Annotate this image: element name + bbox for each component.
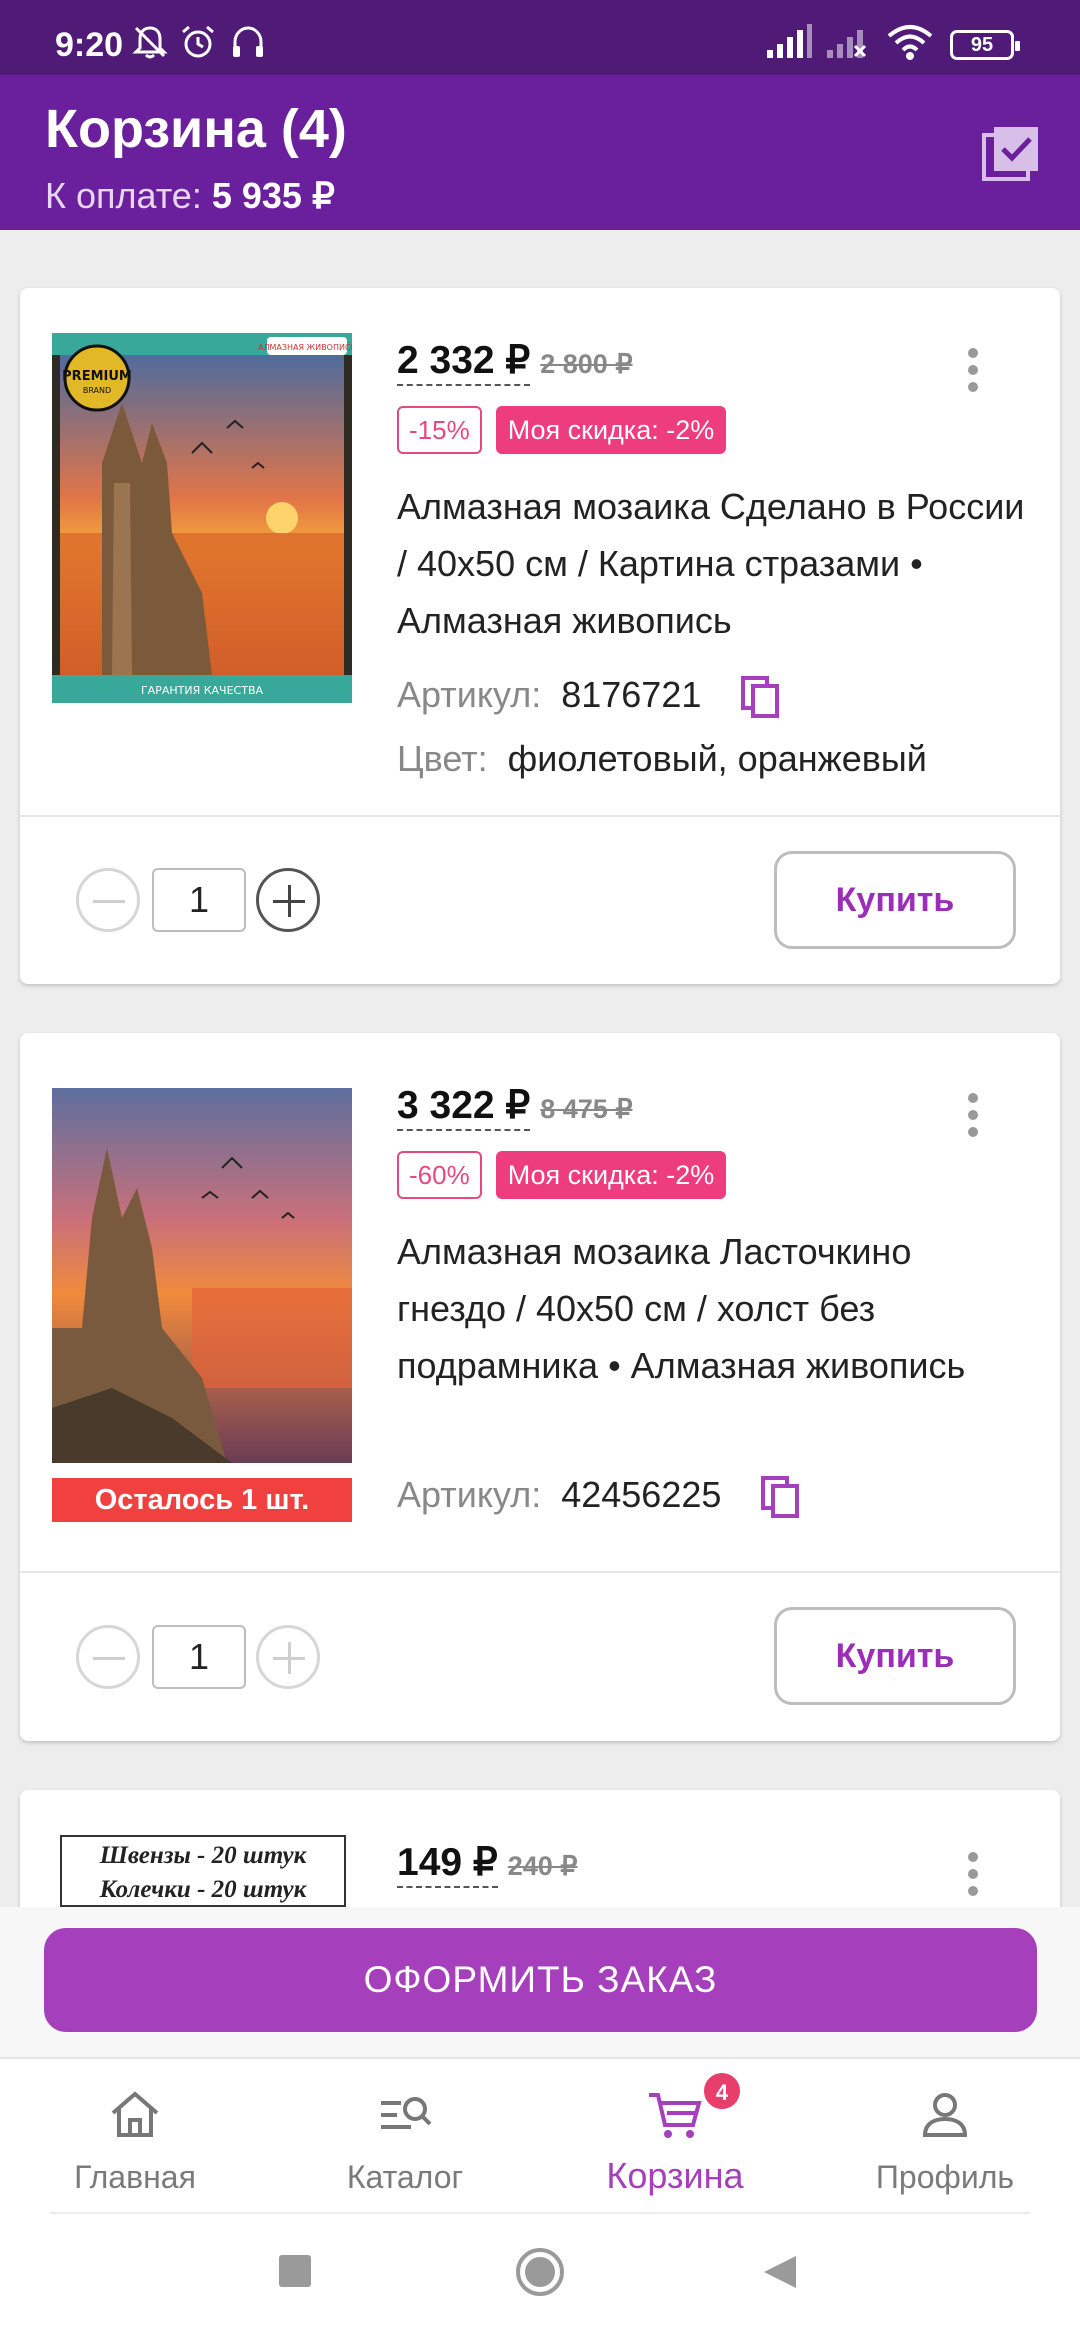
product-name[interactable]: Алмазная мозаика Ласточкино гнездо / 40x… xyxy=(397,1223,1017,1394)
nav-item-catalog[interactable]: Каталог xyxy=(270,2059,540,2214)
quantity-field[interactable]: 1 xyxy=(152,1625,246,1689)
article-label: Артикул: xyxy=(397,1474,542,1515)
quantity-increase-button[interactable] xyxy=(256,868,320,932)
total-label: К оплате: xyxy=(45,175,202,216)
discount-badges: -15% Моя скидка: -2% xyxy=(397,406,727,454)
bell-off-icon xyxy=(132,26,168,59)
system-navigation-bar xyxy=(0,2212,1080,2340)
more-options-icon[interactable] xyxy=(966,348,980,396)
article-value: 42456225 xyxy=(561,1474,722,1515)
app-header: Корзина (4) К оплате: 5 935 ₽ xyxy=(0,75,1080,230)
svg-text:BRAND: BRAND xyxy=(83,386,111,395)
my-discount-badge: Моя скидка: -2% xyxy=(495,406,727,454)
headphones-icon xyxy=(233,26,263,57)
checkout-button[interactable]: ОФОРМИТЬ ЗАКАЗ xyxy=(44,1928,1037,2032)
product-image[interactable]: Швензы - 20 штук Колечки - 20 штук xyxy=(60,1835,346,1907)
old-price: 240 ₽ xyxy=(507,1851,578,1881)
color-row: Цвет: фиолетовый, оранжевый xyxy=(397,734,927,784)
buy-button[interactable]: Купить xyxy=(774,851,1016,949)
quantity-increase-button[interactable] xyxy=(256,1625,320,1689)
price-row: 2 332 ₽ 2 800 ₽ xyxy=(397,338,633,386)
article-row: Артикул: 42456225 xyxy=(397,1470,801,1520)
battery-icon: 95 xyxy=(950,30,1020,60)
svg-text:PREMIUM: PREMIUM xyxy=(62,369,132,384)
quantity-decrease-button[interactable] xyxy=(76,868,140,932)
recents-icon[interactable] xyxy=(278,2254,312,2288)
price: 2 332 ₽ xyxy=(397,339,531,386)
page-title: Корзина (4) xyxy=(45,99,347,159)
svg-text:АЛМАЗНАЯ ЖИВОПИСЬ: АЛМАЗНАЯ ЖИВОПИСЬ xyxy=(258,343,352,352)
old-price: 2 800 ₽ xyxy=(540,349,633,379)
nav-label: Главная xyxy=(74,2159,196,2195)
price: 149 ₽ xyxy=(397,1841,498,1888)
divider xyxy=(20,1571,1060,1573)
price-row: 149 ₽ 240 ₽ xyxy=(397,1840,578,1888)
select-all-checkbox-icon[interactable] xyxy=(980,123,1042,185)
profile-icon xyxy=(922,2093,968,2137)
nav-label: Каталог xyxy=(346,2159,464,2195)
cart-item-card: Осталось 1 шт. 3 322 ₽ 8 475 ₽ -60% Моя ск… xyxy=(20,1033,1060,1741)
stock-label: Осталось 1 шт. xyxy=(52,1478,352,1522)
signal-icon xyxy=(767,24,812,58)
cart-icon xyxy=(649,2093,702,2138)
product-image[interactable] xyxy=(52,1088,352,1463)
home-icon xyxy=(111,2091,159,2137)
image-line: Швензы - 20 штук xyxy=(99,1842,307,1869)
signal-no-service-icon xyxy=(827,30,867,58)
image-line: Колечки - 20 штук xyxy=(99,1876,307,1903)
copy-icon[interactable] xyxy=(739,674,781,720)
nav-label: Корзина xyxy=(606,2155,744,2196)
copy-icon[interactable] xyxy=(759,1474,801,1520)
divider xyxy=(20,815,1060,817)
buy-button[interactable]: Купить xyxy=(774,1607,1016,1705)
old-price: 8 475 ₽ xyxy=(540,1094,633,1124)
status-time: 9:20 xyxy=(55,26,124,64)
article-row: Артикул: 8176721 xyxy=(397,670,781,720)
discount-badges: -60% Моя скидка: -2% xyxy=(397,1151,727,1199)
price: 3 322 ₽ xyxy=(397,1084,531,1131)
status-bar: 9:20 95 xyxy=(0,0,1080,75)
discount-badge: -15% xyxy=(397,406,482,454)
svg-text:ГАРАНТИЯ КАЧЕСТВА: ГАРАНТИЯ КАЧЕСТВА xyxy=(141,684,264,697)
back-icon[interactable] xyxy=(760,2252,800,2292)
total-amount: 5 935 ₽ xyxy=(211,175,335,216)
color-label: Цвет: xyxy=(397,738,488,779)
bottom-navigation: Главная Каталог 4 Корзина Профиль xyxy=(0,2057,1080,2212)
article-label: Артикул: xyxy=(397,674,542,715)
checkout-bar: ОФОРМИТЬ ЗАКАЗ xyxy=(0,1907,1080,2057)
catalog-search-icon xyxy=(381,2097,432,2129)
home-system-icon[interactable] xyxy=(514,2246,566,2298)
cart-count-badge: 4 xyxy=(702,2071,742,2111)
article-value: 8176721 xyxy=(561,674,702,715)
nav-item-cart[interactable]: 4 Корзина xyxy=(540,2059,810,2214)
more-options-icon[interactable] xyxy=(966,1093,980,1141)
price-row: 3 322 ₽ 8 475 ₽ xyxy=(397,1083,633,1131)
quantity-field[interactable]: 1 xyxy=(152,868,246,932)
alarm-icon xyxy=(182,25,214,58)
product-name[interactable]: Алмазная мозаика Сделано в России / 40x5… xyxy=(397,478,1037,649)
product-image[interactable]: ГАРАНТИЯ КАЧЕСТВА PREMIUM BRAND АЛМАЗНАЯ… xyxy=(52,333,352,703)
quantity-decrease-button[interactable] xyxy=(76,1625,140,1689)
color-value: фиолетовый, оранжевый xyxy=(507,738,927,779)
nav-label: Профиль xyxy=(875,2159,1015,2195)
cart-item-card: ГАРАНТИЯ КАЧЕСТВА PREMIUM BRAND АЛМАЗНАЯ… xyxy=(20,288,1060,984)
nav-item-home[interactable]: Главная xyxy=(0,2059,270,2214)
total-to-pay: К оплате: 5 935 ₽ xyxy=(45,175,335,217)
my-discount-badge: Моя скидка: -2% xyxy=(495,1151,727,1199)
more-options-icon[interactable] xyxy=(966,1852,980,1900)
wifi-icon xyxy=(887,25,933,60)
discount-badge: -60% xyxy=(397,1151,482,1199)
nav-item-profile[interactable]: Профиль xyxy=(810,2059,1080,2214)
